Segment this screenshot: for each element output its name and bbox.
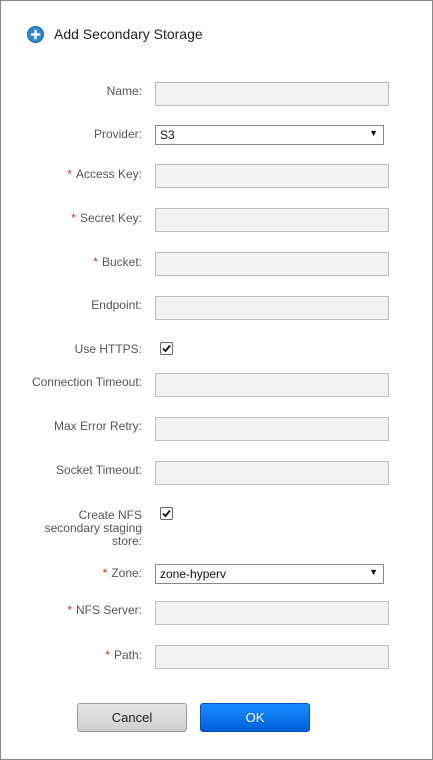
zone-selected-value: zone-hyperv — [160, 567, 227, 581]
required-marker: * — [67, 603, 72, 617]
nfs-server-input[interactable] — [155, 601, 389, 625]
checkmark-icon — [162, 344, 171, 353]
provider-select[interactable]: S3 ▼ — [155, 125, 384, 145]
provider-label: Provider: — [93, 127, 142, 141]
zone-select[interactable]: zone-hyperv ▼ — [155, 564, 384, 584]
secret-key-input[interactable] — [155, 208, 389, 232]
name-label: Name: — [106, 84, 142, 98]
use-https-label: Use HTTPS: — [74, 342, 142, 356]
add-circle-icon — [27, 25, 44, 43]
create-nfs-staging-checkbox[interactable] — [160, 507, 173, 520]
checkmark-icon — [162, 509, 171, 518]
socket-timeout-input[interactable] — [155, 461, 389, 485]
socket-timeout-label: Socket Timeout: — [55, 463, 142, 477]
max-error-retry-label: Max Error Retry: — [53, 419, 142, 433]
add-secondary-storage-dialog: Add Secondary Storage Name: Provider: S3… — [0, 0, 433, 760]
required-marker: * — [71, 211, 76, 225]
zone-label: * Zone: — [102, 566, 142, 580]
access-key-input[interactable] — [155, 164, 389, 188]
cancel-button[interactable]: Cancel — [77, 703, 187, 732]
use-https-checkbox[interactable] — [160, 342, 173, 355]
max-error-retry-input[interactable] — [155, 417, 389, 441]
endpoint-label: Endpoint: — [91, 298, 142, 312]
access-key-label: * Access Key: — [67, 167, 142, 181]
path-label: * Path: — [105, 648, 142, 662]
required-marker: * — [67, 167, 72, 181]
chevron-down-icon: ▼ — [369, 567, 378, 577]
ok-button[interactable]: OK — [200, 703, 310, 732]
dialog-header: Add Secondary Storage — [27, 25, 203, 43]
bucket-label: * Bucket: — [93, 255, 142, 269]
secret-key-label: * Secret Key: — [71, 211, 142, 225]
name-input[interactable] — [155, 82, 389, 106]
path-input[interactable] — [155, 645, 389, 669]
required-marker: * — [102, 566, 108, 580]
connection-timeout-input[interactable] — [155, 373, 389, 397]
bucket-input[interactable] — [155, 252, 389, 276]
nfs-server-label: * NFS Server: — [67, 603, 142, 617]
create-nfs-staging-label: Create NFS secondary staging store: — [44, 508, 142, 548]
dialog-title: Add Secondary Storage — [54, 26, 203, 42]
connection-timeout-label: Connection Timeout: — [31, 375, 142, 389]
required-marker: * — [105, 648, 110, 662]
chevron-down-icon: ▼ — [369, 128, 378, 138]
endpoint-input[interactable] — [155, 296, 389, 320]
required-marker: * — [93, 255, 98, 269]
provider-selected-value: S3 — [160, 128, 175, 142]
